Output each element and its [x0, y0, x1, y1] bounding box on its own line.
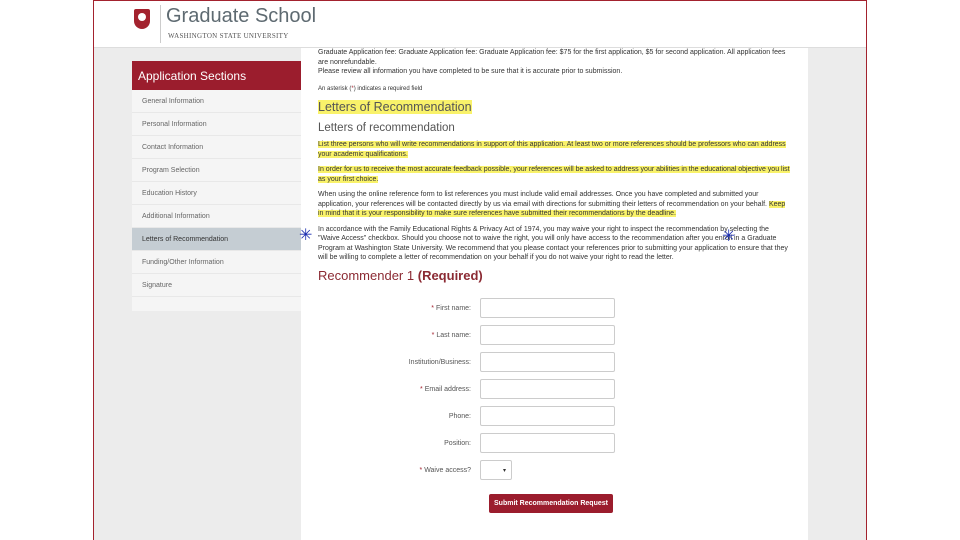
field-row: * First name:: [318, 295, 791, 322]
waive-access-label: * Waive access?: [318, 467, 480, 474]
first-name-input[interactable]: [480, 298, 615, 318]
sidebar-title: Application Sections: [132, 61, 301, 90]
field-row: * Email address:: [318, 376, 791, 403]
sidebar-item-signature[interactable]: Signature: [132, 274, 301, 297]
section-title: Letters of Recommendation: [318, 100, 472, 114]
para-ferpa: In accordance with the Family Educationa…: [318, 225, 788, 262]
field-row: Institution/Business:: [318, 349, 791, 376]
sidebar-item-education-history[interactable]: Education History: [132, 182, 301, 205]
position-input[interactable]: [480, 433, 615, 453]
field-row: * Last name:: [318, 322, 791, 349]
field-label-text: Phone:: [448, 412, 471, 420]
recommender-required: (Required): [417, 267, 483, 283]
wsu-logo-icon[interactable]: [134, 9, 150, 29]
para-list-persons: List three persons who will write recomm…: [318, 141, 786, 158]
required-note: An asterisk (*) indicates a required fie…: [318, 85, 791, 95]
field-label-text: Institution/Business:: [408, 358, 471, 366]
field-label-text: Last name:: [436, 331, 471, 339]
email-address-input[interactable]: [480, 379, 615, 399]
field-label: * First name:: [318, 305, 480, 312]
waive-access-row: * Waive access? ▾: [318, 457, 791, 484]
review-text: Please review all information you have c…: [318, 68, 623, 75]
chevron-down-icon: ▾: [502, 468, 506, 474]
fee-text: Graduate Application fee: Graduate Appli…: [318, 49, 786, 66]
waive-label-text: Waive access?: [424, 466, 471, 474]
institution-business-input[interactable]: [480, 352, 615, 372]
submit-recommendation-button[interactable]: Submit Recommendation Request: [489, 493, 613, 513]
sidebar-item-contact-information[interactable]: Contact Information: [132, 136, 301, 159]
recommender-heading: Recommender 1 (Required): [318, 268, 791, 283]
required-asterisk: *: [431, 304, 435, 312]
site-title[interactable]: Graduate School: [166, 5, 316, 28]
waive-access-select[interactable]: ▾: [480, 460, 512, 480]
sidebar-item-general-information[interactable]: General Information: [132, 90, 301, 113]
sidebar-item-letters-of-recommendation[interactable]: Letters of Recommendation: [132, 228, 301, 251]
field-label: * Last name:: [318, 332, 480, 339]
field-label: Institution/Business:: [318, 359, 480, 366]
required-asterisk: *: [431, 331, 435, 339]
required-note-pre: An asterisk (: [318, 85, 352, 92]
sidebar-item-funding-other-information[interactable]: Funding/Other Information: [132, 251, 301, 274]
field-label-text: First name:: [435, 304, 471, 312]
last-name-input[interactable]: [480, 325, 615, 345]
required-note-post: ) indicates a required field: [353, 85, 423, 92]
sidebar: Application Sections General Information…: [132, 61, 301, 311]
site-subtitle: WASHINGTON STATE UNIVERSITY: [168, 32, 289, 40]
sidebar-item-additional-information[interactable]: Additional Information: [132, 205, 301, 228]
field-row: Position:: [318, 430, 791, 457]
annotation-star-icon: ✳: [299, 227, 313, 244]
required-asterisk: *: [420, 385, 423, 393]
para-feedback: In order for us to receive the most accu…: [318, 166, 790, 183]
field-label: * Email address:: [318, 386, 480, 393]
site-header: Graduate School WASHINGTON STATE UNIVERS…: [94, 1, 866, 48]
annotation-star-icon: ✳: [722, 228, 736, 245]
field-label-text: Position:: [444, 439, 471, 447]
recommender-title: Recommender 1: [318, 267, 415, 283]
field-label: Position:: [318, 440, 480, 447]
required-asterisk: *: [419, 466, 423, 474]
main-content: Graduate Application fee: Graduate Appli…: [301, 48, 808, 540]
subsection-title: Letters of recommendation: [318, 122, 455, 134]
logo-divider: [160, 5, 161, 43]
field-label: Phone:: [318, 413, 480, 420]
phone-input[interactable]: [480, 406, 615, 426]
browser-frame: Graduate School WASHINGTON STATE UNIVERS…: [93, 0, 867, 540]
field-row: Phone:: [318, 403, 791, 430]
field-label-text: Email address:: [424, 385, 471, 393]
para-email-info: When using the online reference form to …: [318, 191, 767, 208]
sidebar-item-program-selection[interactable]: Program Selection: [132, 159, 301, 182]
sidebar-item-personal-information[interactable]: Personal Information: [132, 113, 301, 136]
